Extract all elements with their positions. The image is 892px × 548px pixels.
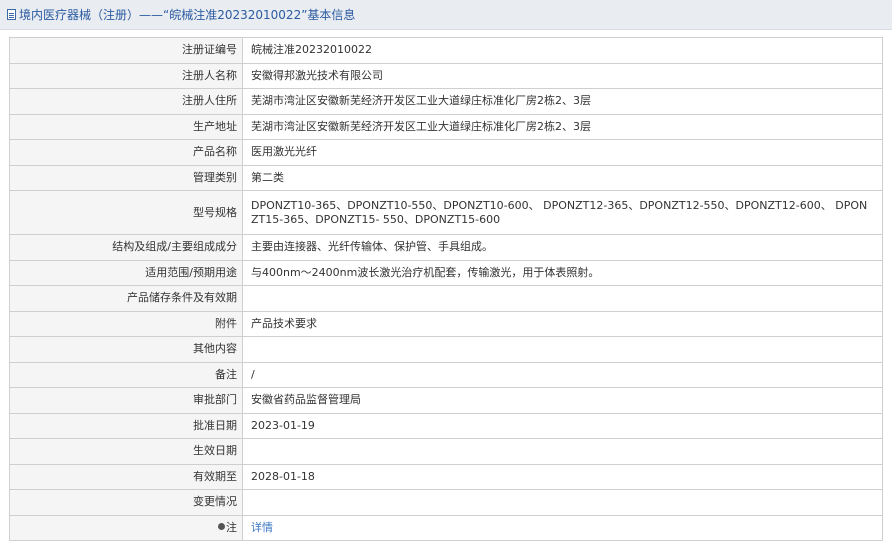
row-value: 2023-01-19 xyxy=(242,412,883,439)
row-value xyxy=(242,489,883,516)
row-label: 型号规格 xyxy=(9,190,243,235)
row-value: 安徽省药品监督管理局 xyxy=(242,387,883,414)
row-value: 皖械注准20232010022 xyxy=(242,37,883,64)
table-row: 产品储存条件及有效期 xyxy=(9,285,883,312)
row-label: 适用范围/预期用途 xyxy=(9,259,243,286)
row-label: 生产地址 xyxy=(9,113,243,140)
row-value: 安徽得邦激光技术有限公司 xyxy=(242,62,883,89)
row-value: 产品技术要求 xyxy=(242,310,883,337)
row-label: 结构及组成/主要组成成分 xyxy=(9,234,243,261)
note-label: 注 xyxy=(226,520,237,534)
details-link[interactable]: 详情 xyxy=(251,521,273,534)
page-title: 境内医疗器械（注册）——“皖械注准20232010022”基本信息 xyxy=(19,8,356,22)
row-label: 生效日期 xyxy=(9,438,243,465)
row-label: 注册人名称 xyxy=(9,62,243,89)
row-label: 附件 xyxy=(9,310,243,337)
pin-icon xyxy=(218,523,225,531)
row-label: 备注 xyxy=(9,361,243,388)
row-label: 审批部门 xyxy=(9,387,243,414)
row-value: 与400nm～2400nm波长激光治疗机配套，传输激光，用于体表照射。 xyxy=(242,259,883,286)
row-label: 管理类别 xyxy=(9,164,243,191)
table-row: 注册人名称 安徽得邦激光技术有限公司 xyxy=(9,62,883,89)
row-value: DPONZT10-365、DPONZT10-550、DPONZT10-600、 … xyxy=(242,190,883,235)
note-label-cell: 注 xyxy=(9,514,243,541)
row-label: 注册证编号 xyxy=(9,37,243,64)
table-row: 审批部门 安徽省药品监督管理局 xyxy=(9,387,883,414)
row-value: 芜湖市湾沚区安徽新芜经济开发区工业大道绿庄标准化厂房2栋2、3层 xyxy=(242,88,883,115)
row-label: 产品储存条件及有效期 xyxy=(9,285,243,312)
row-value: 2028-01-18 xyxy=(242,463,883,490)
table-row: 注册证编号 皖械注准20232010022 xyxy=(9,37,883,64)
table-row: 注册人住所 芜湖市湾沚区安徽新芜经济开发区工业大道绿庄标准化厂房2栋2、3层 xyxy=(9,88,883,115)
row-value: 第二类 xyxy=(242,164,883,191)
row-value: / xyxy=(242,361,883,388)
table-row: 附件 产品技术要求 xyxy=(9,310,883,337)
row-value: 医用激光光纤 xyxy=(242,139,883,166)
row-value xyxy=(242,285,883,312)
row-value: 主要由连接器、光纤传输体、保护管、手具组成。 xyxy=(242,234,883,261)
table-row: 有效期至 2028-01-18 xyxy=(9,463,883,490)
note-row: 注 详情 xyxy=(9,514,883,541)
row-value: 芜湖市湾沚区安徽新芜经济开发区工业大道绿庄标准化厂房2栋2、3层 xyxy=(242,113,883,140)
row-label: 其他内容 xyxy=(9,336,243,363)
table-row: 其他内容 xyxy=(9,336,883,363)
row-label: 注册人住所 xyxy=(9,88,243,115)
document-icon xyxy=(7,9,16,20)
table-row: 产品名称 医用激光光纤 xyxy=(9,139,883,166)
table-row: 型号规格 DPONZT10-365、DPONZT10-550、DPONZT10-… xyxy=(9,190,883,235)
info-table: 注册证编号 皖械注准20232010022 注册人名称 安徽得邦激光技术有限公司… xyxy=(9,37,883,541)
row-label: 批准日期 xyxy=(9,412,243,439)
row-label: 产品名称 xyxy=(9,139,243,166)
table-row: 适用范围/预期用途 与400nm～2400nm波长激光治疗机配套，传输激光，用于… xyxy=(9,259,883,286)
row-value xyxy=(242,336,883,363)
table-row: 变更情况 xyxy=(9,489,883,516)
row-label: 变更情况 xyxy=(9,489,243,516)
table-row: 生效日期 xyxy=(9,438,883,465)
row-value xyxy=(242,438,883,465)
row-label: 有效期至 xyxy=(9,463,243,490)
table-row: 结构及组成/主要组成成分 主要由连接器、光纤传输体、保护管、手具组成。 xyxy=(9,234,883,261)
table-row: 批准日期 2023-01-19 xyxy=(9,412,883,439)
table-row: 管理类别 第二类 xyxy=(9,164,883,191)
page-header: 境内医疗器械（注册）——“皖械注准20232010022”基本信息 xyxy=(0,0,892,30)
table-row: 备注 / xyxy=(9,361,883,388)
table-row: 生产地址 芜湖市湾沚区安徽新芜经济开发区工业大道绿庄标准化厂房2栋2、3层 xyxy=(9,113,883,140)
note-value-cell: 详情 xyxy=(242,514,883,541)
